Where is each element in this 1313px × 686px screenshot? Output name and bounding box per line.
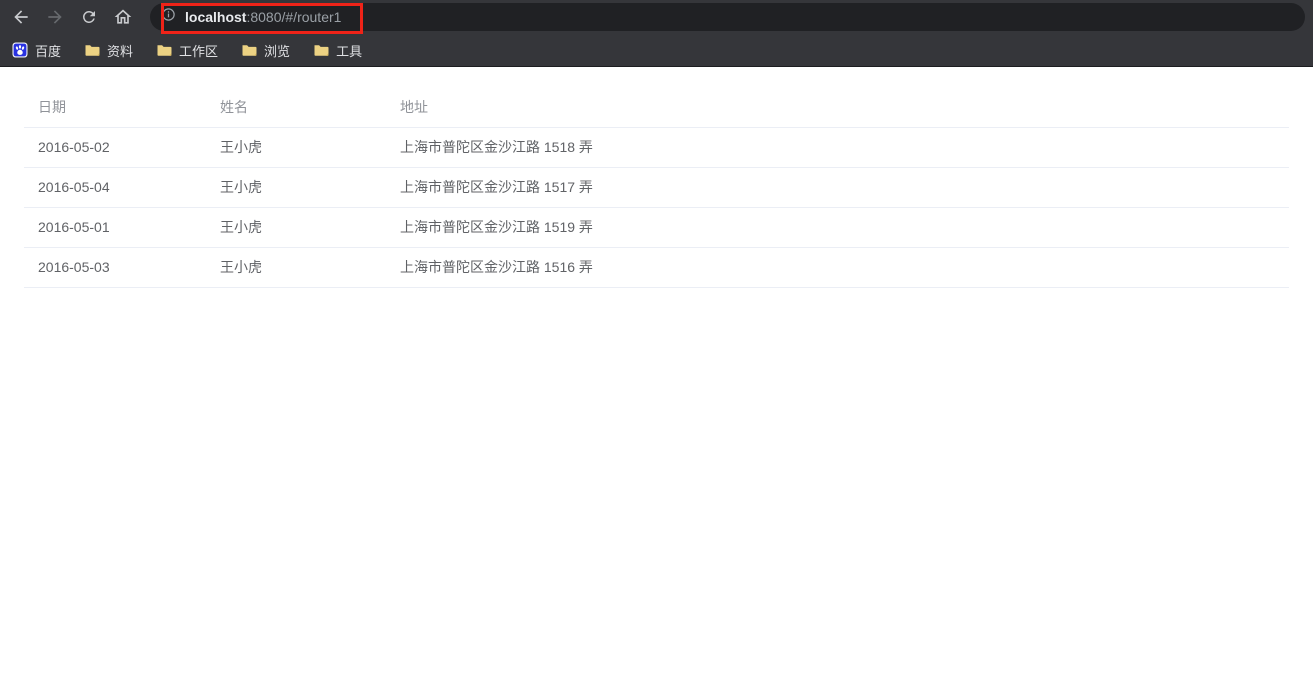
bookmark-label: 浏览 bbox=[264, 41, 290, 60]
column-header-date: 日期 bbox=[24, 87, 206, 127]
refresh-icon bbox=[80, 8, 98, 26]
column-header-name: 姓名 bbox=[206, 87, 386, 127]
cell-name: 王小虎 bbox=[206, 167, 386, 207]
cell-name: 王小虎 bbox=[206, 207, 386, 247]
browser-toolbar: localhost:8080/#/router1 bbox=[0, 0, 1313, 34]
cell-name: 王小虎 bbox=[206, 127, 386, 167]
folder-icon bbox=[84, 42, 100, 58]
forward-button[interactable] bbox=[42, 4, 68, 30]
table-row: 2016-05-03 王小虎 上海市普陀区金沙江路 1516 弄 bbox=[24, 247, 1289, 287]
table-row: 2016-05-04 王小虎 上海市普陀区金沙江路 1517 弄 bbox=[24, 167, 1289, 207]
bookmark-label: 工具 bbox=[336, 41, 362, 60]
bookmark-folder-gongzuoqu[interactable]: 工作区 bbox=[150, 38, 228, 62]
site-info-button[interactable] bbox=[161, 7, 176, 27]
bookmark-label: 百度 bbox=[35, 41, 61, 60]
refresh-button[interactable] bbox=[76, 4, 102, 30]
page-content: 日期 姓名 地址 2016-05-02 王小虎 上海市普陀区金沙江路 1518 … bbox=[0, 67, 1313, 686]
cell-name: 王小虎 bbox=[206, 247, 386, 287]
home-button[interactable] bbox=[110, 4, 136, 30]
bookmark-baidu[interactable]: 百度 bbox=[6, 38, 71, 62]
url-text: localhost:8080/#/router1 bbox=[185, 9, 341, 25]
cell-address: 上海市普陀区金沙江路 1519 弄 bbox=[386, 207, 1289, 247]
folder-icon bbox=[241, 42, 257, 58]
back-arrow-icon bbox=[11, 7, 31, 27]
table-row: 2016-05-02 王小虎 上海市普陀区金沙江路 1518 弄 bbox=[24, 127, 1289, 167]
column-header-address: 地址 bbox=[386, 87, 1289, 127]
cell-date: 2016-05-03 bbox=[24, 247, 206, 287]
cell-address: 上海市普陀区金沙江路 1517 弄 bbox=[386, 167, 1289, 207]
cell-address: 上海市普陀区金沙江路 1516 弄 bbox=[386, 247, 1289, 287]
cell-date: 2016-05-04 bbox=[24, 167, 206, 207]
cell-date: 2016-05-01 bbox=[24, 207, 206, 247]
bookmarks-bar: 百度 资料 工作区 浏览 bbox=[0, 34, 1313, 67]
url-host: localhost bbox=[185, 9, 246, 25]
bookmark-label: 工作区 bbox=[179, 41, 218, 60]
data-table: 日期 姓名 地址 2016-05-02 王小虎 上海市普陀区金沙江路 1518 … bbox=[24, 87, 1289, 288]
address-bar[interactable]: localhost:8080/#/router1 bbox=[150, 3, 1305, 31]
bookmark-folder-liulan[interactable]: 浏览 bbox=[235, 38, 300, 62]
cell-address: 上海市普陀区金沙江路 1518 弄 bbox=[386, 127, 1289, 167]
url-path: :8080/#/router1 bbox=[246, 9, 341, 25]
bookmark-folder-ziliao[interactable]: 资料 bbox=[78, 38, 143, 62]
table-row: 2016-05-01 王小虎 上海市普陀区金沙江路 1519 弄 bbox=[24, 207, 1289, 247]
back-button[interactable] bbox=[8, 4, 34, 30]
table-header-row: 日期 姓名 地址 bbox=[24, 87, 1289, 127]
folder-icon bbox=[313, 42, 329, 58]
folder-icon bbox=[156, 42, 172, 58]
bookmark-label: 资料 bbox=[107, 41, 133, 60]
cell-date: 2016-05-02 bbox=[24, 127, 206, 167]
info-icon bbox=[161, 7, 176, 27]
baidu-favicon-icon bbox=[12, 42, 28, 58]
forward-arrow-icon bbox=[45, 7, 65, 27]
home-icon bbox=[113, 7, 133, 27]
bookmark-folder-gongju[interactable]: 工具 bbox=[307, 38, 372, 62]
